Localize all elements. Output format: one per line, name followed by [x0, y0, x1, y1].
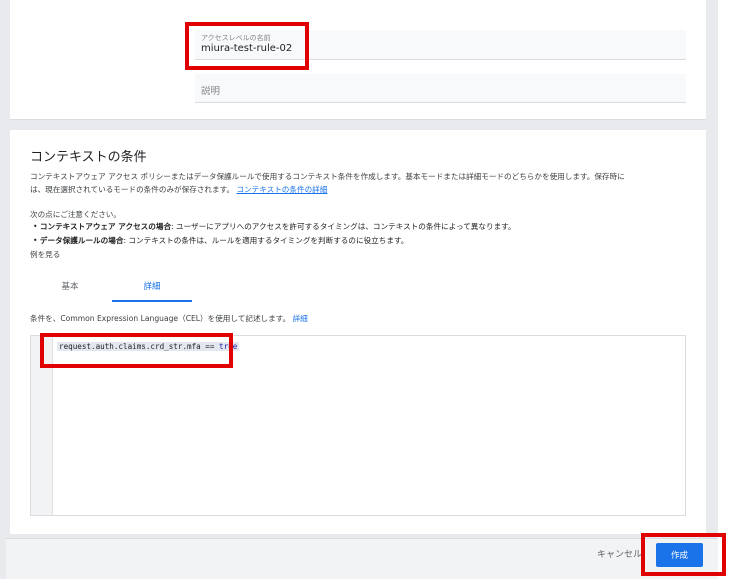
bullet-dot: • [33, 236, 38, 245]
see-examples-link[interactable]: 例を見る [30, 249, 60, 260]
description-line-1: コンテキストアウェア アクセス ポリシーまたはデータ保護ルールで使用するコンテキ… [30, 172, 625, 181]
description-line-2: は、現在選択されているモードの条件のみが保存されます。 コンテキストの条件の詳細 [30, 184, 327, 195]
code-line-1[interactable]: request.auth.claims.crd_str.mfa == true [57, 342, 240, 351]
editor-gutter [31, 336, 53, 515]
access-level-name-label: アクセスレベルの名前 [201, 34, 271, 42]
access-level-name-value: miura-test-rule-02 [201, 43, 293, 54]
access-level-name-field[interactable]: アクセスレベルの名前 miura-test-rule-02 [195, 30, 686, 60]
bullet-data-protection-text: : コンテキストの条件は、ルールを適用するタイミングを判断するのに役立ちます。 [123, 236, 409, 245]
cel-details-link[interactable]: 詳細 [293, 314, 308, 323]
note-intro: 次の点にご注意ください。 [30, 210, 121, 219]
description-line-2-text: は、現在選択されているモードの条件のみが保存されます。 [30, 185, 235, 194]
conditions-details-link[interactable]: コンテキストの条件の詳細 [236, 185, 327, 194]
bullet-context-aware-bold: コンテキストアウェア アクセスの場合 [39, 222, 172, 231]
create-button[interactable]: 作成 [656, 543, 703, 567]
tab-advanced[interactable]: 詳細 [112, 280, 192, 302]
code-expression: request.auth.claims.crd_str.mfa == [59, 342, 220, 351]
bullet-data-protection: • データ保護ルールの場合: コンテキストの条件は、ルールを適用するタイミングを… [33, 235, 408, 246]
bullet-context-aware: • コンテキストアウェア アクセスの場合: ユーザーにアプリへのアクセスを許可す… [33, 221, 516, 232]
description-placeholder: 説明 [201, 86, 221, 97]
cancel-button[interactable]: キャンセル [597, 547, 642, 560]
cel-code-editor[interactable]: request.auth.claims.crd_str.mfa == true [30, 335, 686, 516]
bullet-context-aware-text: : ユーザーにアプリへのアクセスを許可するタイミングは、コンテキストの条件によっ… [171, 222, 516, 231]
tab-basic[interactable]: 基本 [30, 280, 110, 302]
bullet-data-protection-bold: データ保護ルールの場合 [39, 236, 124, 245]
description-field[interactable]: 説明 [195, 74, 686, 103]
cel-help-text: 条件を、Common Expression Language（CEL）を使用して… [30, 313, 308, 324]
bullet-dot: • [33, 222, 38, 231]
cel-help-label: 条件を、Common Expression Language（CEL）を使用して… [30, 314, 291, 323]
section-title: コンテキストの条件 [30, 150, 147, 165]
code-keyword-true: true [219, 342, 238, 351]
